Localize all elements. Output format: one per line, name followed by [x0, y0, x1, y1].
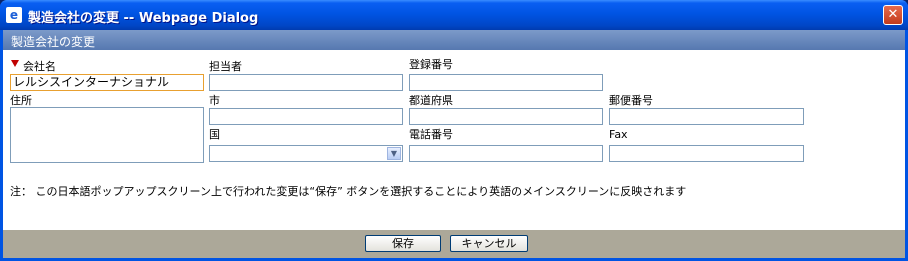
city-label: 市 — [209, 94, 220, 107]
close-button[interactable]: ✕ — [883, 5, 903, 25]
phone-input[interactable] — [409, 145, 603, 162]
contact-input[interactable] — [209, 74, 403, 91]
company-name-label: 会社名 — [23, 60, 56, 73]
button-bar: 保存 キャンセル — [3, 230, 905, 258]
postal-code-label: 郵便番号 — [609, 94, 653, 107]
ie-page-icon: e — [6, 7, 22, 23]
company-name-input[interactable]: レルシスインターナショナル — [10, 74, 204, 91]
fax-label: Fax — [609, 128, 628, 141]
country-label: 国 — [209, 128, 220, 141]
note-text: 注： この日本語ポップアップスクリーン上で行われた変更は“保存” ボタンを選択す… — [10, 185, 687, 198]
postal-code-input[interactable] — [609, 108, 804, 125]
country-select[interactable]: ▼ — [209, 145, 403, 162]
title-bar[interactable]: e 製造会社の変更 -- Webpage Dialog ✕ — [0, 0, 908, 30]
chevron-down-icon[interactable]: ▼ — [387, 147, 401, 160]
save-button[interactable]: 保存 — [365, 235, 441, 252]
contact-label: 担当者 — [209, 60, 242, 73]
required-flag-icon — [11, 60, 19, 67]
phone-label: 電話番号 — [409, 128, 453, 141]
city-input[interactable] — [209, 108, 403, 125]
section-title: 製造会社の変更 — [11, 35, 96, 49]
dialog-window: e 製造会社の変更 -- Webpage Dialog ✕ 製造会社の変更 会社… — [0, 0, 908, 261]
section-header: 製造会社の変更 — [3, 30, 905, 50]
window-title: 製造会社の変更 -- Webpage Dialog — [28, 11, 259, 26]
registration-number-label: 登録番号 — [409, 58, 453, 71]
registration-number-input[interactable] — [409, 74, 603, 91]
cancel-button[interactable]: キャンセル — [450, 235, 528, 252]
fax-input[interactable] — [609, 145, 804, 162]
prefecture-label: 都道府県 — [409, 94, 453, 107]
address-textarea[interactable] — [10, 107, 204, 163]
dialog-content: 製造会社の変更 会社名 レルシスインターナショナル 担当者 登録番号 住所 市 … — [3, 30, 905, 258]
address-label: 住所 — [10, 94, 32, 107]
prefecture-input[interactable] — [409, 108, 603, 125]
